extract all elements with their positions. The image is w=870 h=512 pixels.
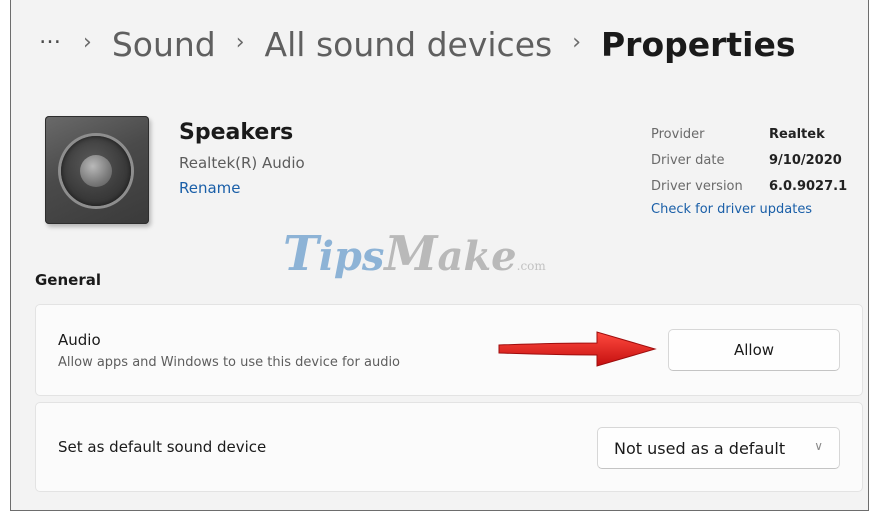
arrow-shaft [498, 331, 657, 367]
device-name: Speakers [179, 120, 294, 145]
watermark-logo: TipsMake.com [283, 226, 546, 282]
section-title-general: General [35, 271, 101, 289]
breadcrumb: … › Sound › All sound devices › Properti… [39, 22, 796, 66]
provider-value: Realtek [769, 127, 825, 142]
driver-info-row: Provider Realtek [651, 124, 847, 150]
chevron-right-icon: › [235, 29, 245, 55]
audio-description: Allow apps and Windows to use this devic… [58, 355, 401, 370]
breadcrumb-all-sound-devices[interactable]: All sound devices [265, 25, 553, 64]
driver-info-row: Driver date 9/10/2020 [651, 150, 847, 176]
speaker-ring [61, 136, 131, 206]
page-title: Properties [601, 24, 796, 64]
settings-window: … › Sound › All sound devices › Properti… [10, 0, 869, 511]
dropdown-value: Not used as a default [614, 438, 786, 458]
audio-setting-card: Audio Allow apps and Windows to use this… [35, 304, 863, 396]
audio-title: Audio [58, 331, 101, 349]
speaker-cone [80, 155, 112, 187]
default-device-dropdown[interactable]: Not used as a default ∨ [597, 427, 840, 469]
red-arrow-annotation [498, 331, 657, 367]
check-driver-updates-link[interactable]: Check for driver updates [651, 202, 847, 217]
driver-version-value: 6.0.9027.1 [769, 179, 848, 194]
driver-version-label: Driver version [651, 179, 743, 194]
more-breadcrumbs-button[interactable]: … [39, 24, 63, 49]
chevron-right-icon: › [83, 29, 92, 55]
device-subtitle: Realtek(R) Audio [179, 154, 305, 172]
driver-info-row: Driver version 6.0.9027.1 [651, 176, 847, 202]
driver-date-value: 9/10/2020 [769, 153, 842, 168]
speaker-device-icon [45, 116, 149, 224]
default-device-card: Set as default sound device Not used as … [35, 402, 863, 492]
allow-button[interactable]: Allow [668, 329, 840, 371]
provider-label: Provider [651, 127, 705, 142]
chevron-down-icon: ∨ [814, 439, 823, 453]
rename-link[interactable]: Rename [179, 179, 241, 197]
driver-date-label: Driver date [651, 153, 725, 168]
breadcrumb-sound[interactable]: Sound [112, 25, 216, 64]
chevron-right-icon: › [572, 29, 581, 55]
default-device-title: Set as default sound device [58, 438, 267, 456]
driver-info: Provider Realtek Driver date 9/10/2020 Dri… [651, 124, 847, 217]
